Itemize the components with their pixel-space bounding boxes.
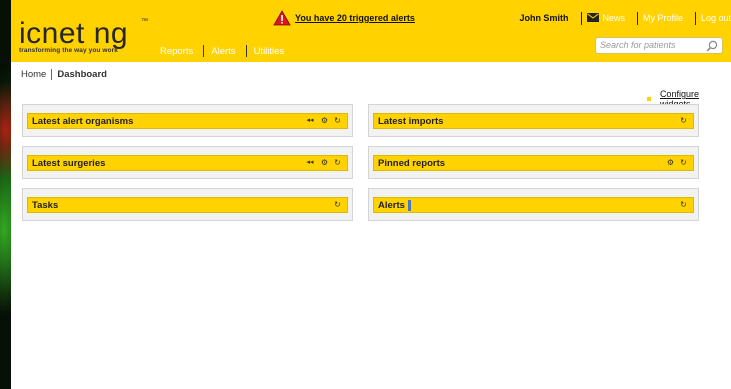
widget-tools: ↻ [679, 200, 688, 210]
search-icon[interactable] [706, 40, 718, 52]
collapse-icon[interactable]: ◂◂ [304, 116, 316, 126]
widget-header[interactable]: Alerts ↻ [373, 197, 694, 213]
widget-title: Tasks [32, 199, 59, 211]
nav-alerts[interactable]: Alerts [211, 46, 235, 57]
refresh-icon[interactable]: ↻ [333, 158, 342, 168]
widget-tools: ↻ [679, 116, 688, 126]
refresh-icon[interactable]: ↻ [679, 200, 688, 210]
breadcrumb-divider [51, 69, 53, 80]
logo-trademark: ™ [141, 18, 148, 25]
refresh-icon[interactable]: ↻ [333, 200, 342, 210]
widget-tools: ⚙ ↻ [666, 158, 688, 168]
settings-icon[interactable]: ⚙ [320, 158, 329, 168]
app-header: icnet ng ™ transforming the way you work… [11, 0, 731, 62]
widget-title: Pinned reports [378, 157, 446, 169]
app-page: icnet ng ™ transforming the way you work… [11, 0, 731, 389]
nav-divider [245, 45, 247, 57]
widget-header[interactable]: Pinned reports ⚙ ↻ [373, 155, 694, 171]
mail-icon [587, 12, 600, 24]
warning-icon [273, 10, 291, 26]
widget-latest-imports: Latest imports ↻ [368, 104, 699, 137]
widget-header[interactable]: Latest surgeries ◂◂ ⚙ ↻ [27, 155, 348, 171]
bullet-icon [647, 97, 651, 101]
logout-link[interactable]: Log out [701, 13, 731, 23]
widget-latest-alert-organisms: Latest alert organisms ◂◂ ⚙ ↻ [22, 104, 353, 137]
breadcrumb-home[interactable]: Home [21, 69, 46, 80]
refresh-icon[interactable]: ↻ [679, 158, 688, 168]
patient-search-input[interactable]: Search for patients [595, 37, 723, 54]
triggered-alerts-link[interactable]: You have 20 triggered alerts [295, 13, 415, 23]
widget-latest-surgeries: Latest surgeries ◂◂ ⚙ ↻ [22, 146, 353, 179]
user-bar: John Smith News My Profile Log out [519, 11, 731, 25]
widget-title: Latest surgeries [32, 157, 106, 169]
logo-word: icnet ng [19, 17, 129, 50]
settings-icon[interactable]: ⚙ [666, 158, 675, 168]
widget-pinned-reports: Pinned reports ⚙ ↻ [368, 146, 699, 179]
refresh-icon[interactable]: ↻ [333, 116, 342, 126]
my-profile-link[interactable]: My Profile [643, 13, 683, 23]
widget-tools: ↻ [333, 200, 342, 210]
user-bar-divider [636, 11, 638, 25]
search-placeholder: Search for patients [600, 40, 676, 50]
refresh-icon[interactable]: ↻ [679, 116, 688, 126]
widget-alerts: Alerts ↻ [368, 188, 699, 221]
main-nav: Reports Alerts Utilities [160, 45, 284, 57]
widget-tasks: Tasks ↻ [22, 188, 353, 221]
collapse-icon[interactable]: ◂◂ [304, 158, 316, 168]
news-link[interactable]: News [587, 12, 625, 24]
triggered-alerts-banner: You have 20 triggered alerts [273, 10, 415, 26]
widget-tools: ◂◂ ⚙ ↻ [304, 158, 342, 168]
widget-header[interactable]: Tasks ↻ [27, 197, 348, 213]
widget-tools: ◂◂ ⚙ ↻ [304, 116, 342, 126]
widget-header[interactable]: Latest imports ↻ [373, 113, 694, 129]
widget-title: Latest imports [378, 115, 444, 127]
app-logo[interactable]: icnet ng ™ transforming the way you work [19, 17, 148, 54]
nav-reports[interactable]: Reports [160, 46, 193, 57]
user-bar-divider [581, 11, 583, 25]
widget-title: Latest alert organisms [32, 115, 134, 127]
breadcrumb: Home Dashboard [21, 69, 107, 80]
nav-utilities[interactable]: Utilities [254, 46, 285, 57]
nav-divider [203, 45, 205, 57]
user-name: John Smith [519, 13, 569, 23]
widget-header[interactable]: Latest alert organisms ◂◂ ⚙ ↻ [27, 113, 348, 129]
settings-icon[interactable]: ⚙ [320, 116, 329, 126]
logo-tagline: transforming the way you work [19, 47, 118, 54]
user-bar-divider [694, 11, 696, 25]
breadcrumb-current: Dashboard [57, 69, 107, 80]
widget-title: Alerts [378, 199, 405, 211]
text-cursor [407, 199, 411, 211]
news-label: News [602, 13, 625, 23]
